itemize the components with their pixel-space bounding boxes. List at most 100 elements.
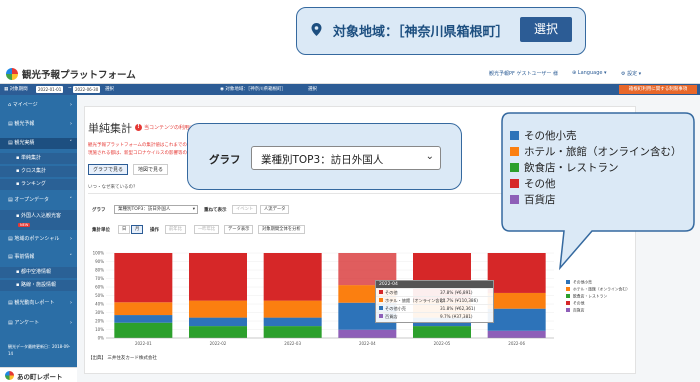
x-tick-label: 2022-01 (135, 341, 152, 346)
legend-swatch (566, 280, 570, 284)
sidebar-footer-update: 観光データ最終更新日：2018-09-14 (8, 344, 71, 356)
x-axis: 2022-01 2022-02 2022-03 2022-04 2022-05 2022-… (106, 337, 554, 346)
x-tick-label: 2022-04 (359, 341, 376, 346)
settings-menu[interactable]: ⚙ 設定 ▾ (621, 70, 641, 77)
tooltip-swatch (379, 306, 383, 310)
sidebar-item-results[interactable]: ▤ 観光実績 ˅ (0, 138, 77, 149)
bar-segment (114, 315, 173, 323)
y-tick-label: 0% (98, 336, 105, 341)
sidebar-item-inbound[interactable]: ▪ 外国人入込観光客 NEW (0, 210, 77, 230)
sidebar-item-cross[interactable]: ▪ クロス集計 (0, 166, 77, 177)
sidebar-item-survey[interactable]: ▤ アンケート › (0, 318, 77, 329)
tooltip-row: その他小売 31.8% (¥62,361) (376, 304, 493, 312)
report-logo-icon (5, 371, 14, 380)
bar-segment (263, 253, 322, 301)
y-tick-label: 20% (95, 319, 104, 324)
period-label: ▦ 対象期間 (4, 87, 28, 92)
bar-segment (189, 317, 247, 327)
town-report-button[interactable]: あの町レポート (0, 367, 77, 382)
two-year-button[interactable]: 一昨年比 (194, 225, 220, 234)
legend-item-hotel: ホテル・旅館（オンライン含む） (510, 144, 682, 158)
x-tick-label: 2022-05 (434, 341, 451, 346)
sidebar-item-advance[interactable]: ▤ 事前情報 ˅ (0, 252, 77, 263)
y-tick-label: 80% (95, 268, 104, 273)
usage-guide-button[interactable]: 箱根町利用に関する制限事項 (619, 85, 697, 94)
date-to-input[interactable]: 2022-06-30 (73, 86, 101, 93)
view-graph-button[interactable]: グラフで見る (88, 164, 129, 175)
legend-swatch (566, 301, 570, 305)
new-badge: NEW (18, 223, 31, 227)
legend-swatch (510, 194, 519, 204)
bar-segment (189, 300, 247, 318)
tooltip-swatch (379, 298, 383, 302)
bar-segment (487, 308, 546, 331)
sidebar-item-ranking[interactable]: ▪ ランキング (0, 179, 77, 190)
legend-swatch (510, 146, 519, 156)
y-tick-label: 40% (95, 302, 104, 307)
legend-label: その他 (573, 301, 585, 306)
callout-legend: その他小売 ホテル・旅館（オンライン含む） 飲食店・レストラン その他 百貨店 (500, 118, 700, 228)
y-tick-label: 30% (95, 310, 104, 315)
callout-area-select-button[interactable]: 選択 (520, 17, 572, 42)
chart-tooltip: 2022-04 その他 37.8% (¥6,891) ホテル・旅館（オンライン含む）… (375, 280, 494, 323)
legend-item-department: 百貨店 (510, 192, 556, 206)
chart-legend: その他小売ホテル・旅館（オンライン含む） 飲食店・レストランその他百貨店 (566, 280, 630, 313)
bar-segment (114, 302, 173, 316)
callout-graph-select[interactable]: 業種別TOP3：訪日外国人 ⌄ (251, 146, 441, 170)
tooltip-row: ホテル・旅館（オンライン含む） 20.7% (¥110,386) (376, 296, 493, 304)
date-from-input[interactable]: 2022-01-01 (36, 86, 64, 93)
bar-segment (263, 317, 322, 327)
unit-day-button[interactable]: 日 (118, 225, 131, 234)
period-select-button[interactable]: 選択 (105, 86, 114, 92)
bar-segment (114, 322, 173, 338)
y-tick-label: 10% (95, 327, 104, 332)
legend-label: ホテル・旅館（オンライン含む） (573, 287, 630, 292)
graph-label: グラフ (92, 208, 106, 213)
sidebar-item-routes[interactable]: ▪ 路線・施設情報 (0, 280, 77, 291)
language-menu[interactable]: ⊕ Language ▾ (572, 70, 607, 76)
graph-select-value: 業種別TOP3：訪日外国人 (118, 207, 171, 212)
prev-year-button[interactable]: 前年比 (165, 225, 186, 234)
legend-swatch (566, 308, 570, 312)
legend-swatch (510, 162, 519, 172)
show-data-button[interactable]: データ表示 (224, 225, 254, 234)
area-select-button[interactable]: 選択 (308, 86, 317, 92)
tooltip-swatch (379, 314, 383, 318)
event-button[interactable]: イベント (232, 205, 258, 214)
tooltip-row-name: ホテル・旅館（オンライン含む） (385, 298, 448, 303)
section-question: いつ・なぜ来ているの？ (88, 185, 138, 190)
legend-item-other: その他 (510, 176, 556, 190)
language-label: Language (577, 70, 603, 76)
app-title: 観光予報プラットフォーム (22, 70, 136, 81)
tooltip-swatch (379, 290, 383, 294)
bar-segment (189, 253, 247, 301)
location-pin-icon (311, 21, 322, 36)
unit-label: 集計単位 (92, 228, 110, 233)
user-name[interactable]: 観光予報PF ゲストユーザー 様 (489, 70, 558, 77)
sidebar-item-opendata[interactable]: ▤ オープンデータ ˅ (0, 195, 77, 206)
people-flow-button[interactable]: 人流データ (260, 205, 290, 214)
sidebar-item-airport[interactable]: ▪ 都中空港情報 (0, 267, 77, 278)
sidebar-item-potential[interactable]: ▤ 地域のポテンシャル › (0, 234, 77, 245)
bar-segment (189, 326, 247, 338)
chevron-down-icon: ⌄ (425, 151, 434, 162)
legend-swatch (510, 178, 519, 188)
sidebar-item-simple[interactable]: ▪ 単純集計 (0, 153, 77, 164)
sidebar-item-report[interactable]: ▤ 観光動向レポート › (0, 298, 77, 309)
sidebar: ⌂ マイページ › ▤ 観光予報 › ▤ 観光実績 ˅ ▪ 単純集計 ▪ クロス集計 … (0, 95, 77, 382)
legend-swatch (510, 130, 519, 140)
date-separator: ~ (68, 86, 72, 91)
view-map-button[interactable]: 地図で見る (133, 164, 169, 175)
bar-segment (413, 326, 471, 338)
legend-swatch (566, 294, 570, 298)
unit-month-button[interactable]: 月 (131, 225, 144, 234)
sidebar-item-mypage[interactable]: ⌂ マイページ › (0, 100, 77, 111)
analyze-all-button[interactable]: 対象期間全体を分析 (258, 225, 305, 234)
graph-select[interactable]: 業種別TOP3：訪日外国人 ▾ (114, 205, 198, 214)
bar-segment (114, 253, 173, 303)
sidebar-item-forecast[interactable]: ▤ 観光予報 › (0, 119, 77, 130)
bar-segment (487, 330, 546, 338)
x-tick-label: 2022-06 (508, 341, 525, 346)
warning-icon: ! (135, 124, 142, 131)
x-tick-label: 2022-02 (210, 341, 227, 346)
